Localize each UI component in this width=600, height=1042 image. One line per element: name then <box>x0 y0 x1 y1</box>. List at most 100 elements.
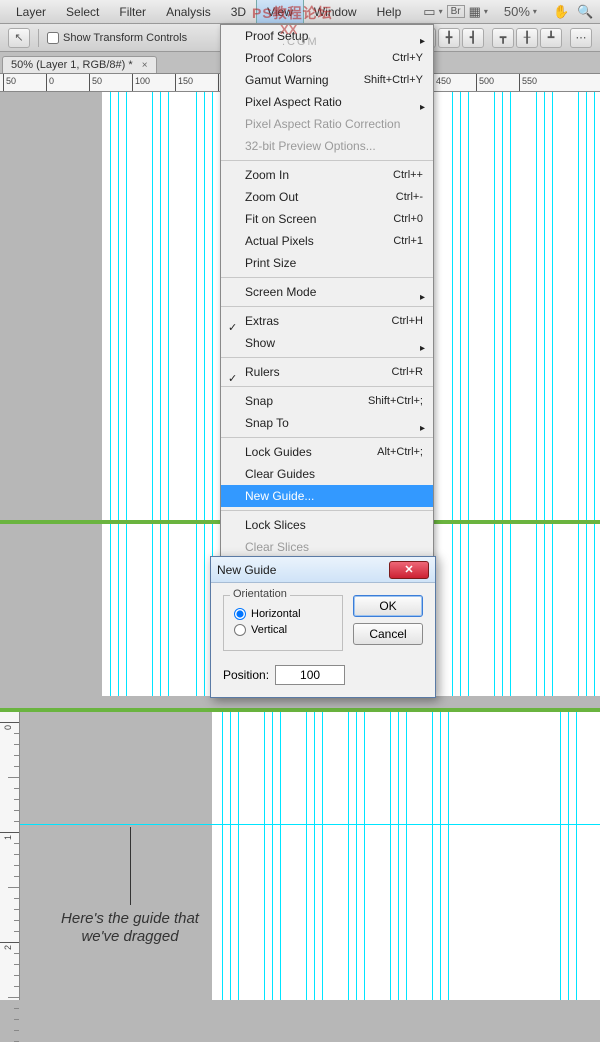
menu-help[interactable]: Help <box>367 0 412 23</box>
vertical-guide[interactable] <box>510 92 511 696</box>
vertical-guide[interactable] <box>196 92 197 696</box>
radio-vertical-input[interactable] <box>234 624 246 636</box>
menu-item-show[interactable]: Show <box>221 332 433 354</box>
dialog-titlebar[interactable]: New Guide ✕ <box>211 557 435 583</box>
vertical-guide[interactable] <box>160 92 161 696</box>
vertical-guide[interactable] <box>568 712 569 1000</box>
vertical-guide[interactable] <box>586 92 587 696</box>
vertical-guide[interactable] <box>118 92 119 696</box>
menu-3d[interactable]: 3D <box>221 0 256 23</box>
menu-item-proof-colors[interactable]: Proof ColorsCtrl+Y <box>221 47 433 69</box>
vertical-guide[interactable] <box>238 712 239 1000</box>
vertical-guide[interactable] <box>314 712 315 1000</box>
menu-item-snap[interactable]: SnapShift+Ctrl+; <box>221 390 433 412</box>
vertical-guide[interactable] <box>390 712 391 1000</box>
vertical-guide[interactable] <box>576 712 577 1000</box>
cancel-button[interactable]: Cancel <box>353 623 423 645</box>
vertical-guide[interactable] <box>560 712 561 1000</box>
menu-item-snap-to[interactable]: Snap To <box>221 412 433 434</box>
more-icon[interactable]: ⋯ <box>570 28 592 48</box>
dist-2-icon[interactable]: ╂ <box>516 28 538 48</box>
vertical-guide[interactable] <box>322 712 323 1000</box>
vertical-guide[interactable] <box>364 712 365 1000</box>
vertical-guide[interactable] <box>264 712 265 1000</box>
vertical-guide[interactable] <box>536 92 537 696</box>
menu-analysis[interactable]: Analysis <box>156 0 221 23</box>
show-transform-checkbox[interactable]: Show Transform Controls <box>47 32 187 44</box>
menu-item-screen-mode[interactable]: Screen Mode <box>221 281 433 303</box>
tool-preset-icon[interactable]: ↖ <box>8 28 30 48</box>
show-transform-input[interactable] <box>47 32 59 44</box>
menu-item-gamut-warning[interactable]: Gamut WarningShift+Ctrl+Y <box>221 69 433 91</box>
vertical-guide[interactable] <box>348 712 349 1000</box>
vertical-guide[interactable] <box>544 92 545 696</box>
dist-1-icon[interactable]: ┳ <box>492 28 514 48</box>
radio-horizontal-input[interactable] <box>234 608 246 620</box>
layout-icon[interactable]: ▦ <box>465 4 492 20</box>
horizontal-guide[interactable] <box>20 824 600 825</box>
mb-icon[interactable]: ▭ <box>419 4 446 20</box>
vertical-guide[interactable] <box>280 712 281 1000</box>
menu-item-extras[interactable]: ExtrasCtrl+H <box>221 310 433 332</box>
radio-horizontal[interactable]: Horizontal <box>234 608 332 620</box>
menu-item-print-size[interactable]: Print Size <box>221 252 433 274</box>
vertical-guide[interactable] <box>152 92 153 696</box>
vertical-guide[interactable] <box>432 712 433 1000</box>
ruler-vertical[interactable]: 012 <box>0 712 20 1000</box>
position-label: Position: <box>223 668 269 682</box>
vertical-guide[interactable] <box>230 712 231 1000</box>
menu-item-clear-guides[interactable]: Clear Guides <box>221 463 433 485</box>
align-3-icon[interactable]: ┫ <box>462 28 484 48</box>
vertical-guide[interactable] <box>222 712 223 1000</box>
bottom-pasteboard <box>20 712 212 1000</box>
menu-layer[interactable]: Layer <box>6 0 56 23</box>
zoom-display[interactable]: 50% <box>500 4 541 19</box>
radio-horizontal-label: Horizontal <box>251 608 301 620</box>
vertical-guide[interactable] <box>272 712 273 1000</box>
bridge-icon[interactable]: Br <box>447 5 465 18</box>
menu-item-lock-slices[interactable]: Lock Slices <box>221 514 433 536</box>
vertical-guide[interactable] <box>494 92 495 696</box>
menu-item-pixel-aspect-ratio[interactable]: Pixel Aspect Ratio <box>221 91 433 113</box>
vertical-guide[interactable] <box>204 92 205 696</box>
vertical-guide[interactable] <box>440 712 441 1000</box>
vertical-guide[interactable] <box>452 92 453 696</box>
vertical-guide[interactable] <box>502 92 503 696</box>
vertical-guide[interactable] <box>406 712 407 1000</box>
document-tab[interactable]: 50% (Layer 1, RGB/8#) * × <box>2 56 157 73</box>
align-2-icon[interactable]: ╋ <box>438 28 460 48</box>
menu-item-new-guide[interactable]: New Guide... <box>221 485 433 507</box>
menu-item-lock-guides[interactable]: Lock GuidesAlt+Ctrl+; <box>221 441 433 463</box>
dist-3-icon[interactable]: ┻ <box>540 28 562 48</box>
vertical-guide[interactable] <box>110 92 111 696</box>
menu-item-rulers[interactable]: RulersCtrl+R <box>221 361 433 383</box>
vertical-guide[interactable] <box>356 712 357 1000</box>
radio-vertical[interactable]: Vertical <box>234 624 332 636</box>
vertical-guide[interactable] <box>306 712 307 1000</box>
hand-icon[interactable]: ✋ <box>549 4 573 20</box>
ok-button[interactable]: OK <box>353 595 423 617</box>
menu-select[interactable]: Select <box>56 0 109 23</box>
dialog-close-button[interactable]: ✕ <box>389 561 429 579</box>
menu-filter[interactable]: Filter <box>109 0 156 23</box>
vertical-guide[interactable] <box>552 92 553 696</box>
menu-item-actual-pixels[interactable]: Actual PixelsCtrl+1 <box>221 230 433 252</box>
vertical-guide[interactable] <box>168 92 169 696</box>
vertical-guide[interactable] <box>126 92 127 696</box>
ruler-tick: 50 <box>3 74 4 92</box>
menu-item-proof-setup[interactable]: Proof Setup <box>221 25 433 47</box>
position-input[interactable] <box>275 665 345 685</box>
bottom-canvas[interactable] <box>212 712 600 1000</box>
menu-item-zoom-out[interactable]: Zoom OutCtrl+- <box>221 186 433 208</box>
vertical-guide[interactable] <box>468 92 469 696</box>
close-tab-icon[interactable]: × <box>142 60 148 71</box>
zoom-icon[interactable]: 🔍 <box>573 4 597 20</box>
menu-item-zoom-in[interactable]: Zoom InCtrl++ <box>221 164 433 186</box>
vertical-guide[interactable] <box>594 92 595 696</box>
vertical-guide[interactable] <box>578 92 579 696</box>
vertical-guide[interactable] <box>460 92 461 696</box>
radio-vertical-label: Vertical <box>251 624 287 636</box>
menu-item-fit-on-screen[interactable]: Fit on ScreenCtrl+0 <box>221 208 433 230</box>
vertical-guide[interactable] <box>398 712 399 1000</box>
vertical-guide[interactable] <box>448 712 449 1000</box>
